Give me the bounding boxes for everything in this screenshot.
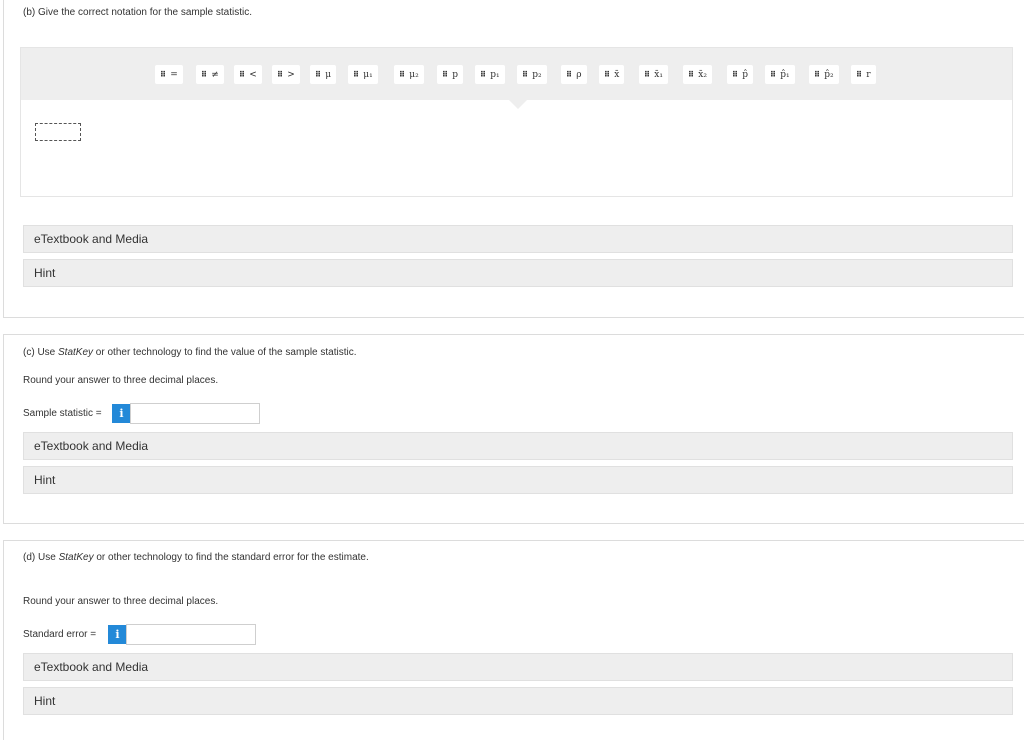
part-c-etextbook-bar[interactable]: eTextbook and Media [23,432,1013,460]
drag-handle-icon: ⠿ [277,70,283,79]
drag-handle-icon: ⠿ [201,70,207,79]
token-p-2[interactable]: ⠿ p₂ [517,65,547,84]
standard-error-label: Standard error = [23,629,97,640]
part-c-section [3,334,1024,524]
part-c-round-note: Round your answer to three decimal place… [23,375,219,386]
token-p[interactable]: ⠿ p [437,65,464,84]
sample-statistic-input[interactable] [130,403,260,424]
part-b-question: (b) Give the correct notation for the sa… [23,7,252,18]
drag-handle-icon: ⠿ [315,70,321,79]
token-equals[interactable]: ⠿ = [155,65,183,84]
notation-palette: ⠿ = ⠿ ≠ ⠿ < ⠿ > ⠿ μ ⠿ μ₁ ⠿ μ₂ ⠿ p ⠿ p₁ ⠿ p₂ ⠿ ρ ⠿ x̄… [20,47,1013,197]
sample-statistic-label: Sample statistic = [23,408,102,419]
part-d-question: (d) Use StatKey or other technology to f… [23,552,369,563]
token-mu-1[interactable]: ⠿ μ₁ [348,65,378,84]
statkey-link-text: StatKey [58,347,94,358]
palette-pointer [509,100,527,109]
token-x-bar-2[interactable]: ⠿ x̄₂ [683,65,712,84]
drag-handle-icon: ⠿ [770,70,776,79]
token-mu[interactable]: ⠿ μ [310,65,337,84]
drag-handle-icon: ⠿ [353,70,359,79]
token-x-bar-1[interactable]: ⠿ x̄₁ [639,65,668,84]
part-b-etextbook-bar[interactable]: eTextbook and Media [23,225,1013,253]
token-rho[interactable]: ⠿ ρ [561,65,587,84]
drag-handle-icon: ⠿ [399,70,405,79]
token-not-equal[interactable]: ⠿ ≠ [196,65,224,84]
drag-handle-icon: ⠿ [604,70,610,79]
drag-handle-icon: ⠿ [160,70,166,79]
drag-handle-icon: ⠿ [480,70,486,79]
part-d-hint-bar[interactable]: Hint [23,687,1013,715]
part-d-etextbook-bar[interactable]: eTextbook and Media [23,653,1013,681]
standard-error-input[interactable] [126,624,256,645]
drag-handle-icon: ⠿ [814,70,820,79]
token-mu-2[interactable]: ⠿ μ₂ [394,65,424,84]
drag-handle-icon: ⠿ [442,70,448,79]
token-x-bar[interactable]: ⠿ x̄ [599,65,625,84]
drag-handle-icon: ⠿ [644,70,650,79]
token-p-hat-1[interactable]: ⠿ p̂₁ [765,65,795,84]
drag-handle-icon: ⠿ [522,70,528,79]
part-c-hint-bar[interactable]: Hint [23,466,1013,494]
statkey-link-text: StatKey [58,552,94,563]
info-icon[interactable]: i [108,625,127,644]
token-p-hat[interactable]: ⠿ p̂ [727,65,754,84]
token-r[interactable]: ⠿ r [851,65,876,84]
token-p-1[interactable]: ⠿ p₁ [475,65,505,84]
drag-handle-icon: ⠿ [732,70,738,79]
token-less-than[interactable]: ⠿ < [234,65,262,84]
drag-handle-icon: ⠿ [856,70,862,79]
part-c-question: (c) Use StatKey or other technology to f… [23,347,357,358]
answer-drop-target[interactable] [35,123,81,141]
drag-handle-icon: ⠿ [566,70,572,79]
token-greater-than[interactable]: ⠿ > [272,65,300,84]
part-b-hint-bar[interactable]: Hint [23,259,1013,287]
notation-token-bar: ⠿ = ⠿ ≠ ⠿ < ⠿ > ⠿ μ ⠿ μ₁ ⠿ μ₂ ⠿ p ⠿ p₁ ⠿ p₂ ⠿ ρ ⠿ x̄… [21,48,1012,100]
part-d-round-note: Round your answer to three decimal place… [23,596,219,607]
info-icon[interactable]: i [112,404,131,423]
drag-handle-icon: ⠿ [688,70,694,79]
drag-handle-icon: ⠿ [239,70,245,79]
token-p-hat-2[interactable]: ⠿ p̂₂ [809,65,839,84]
